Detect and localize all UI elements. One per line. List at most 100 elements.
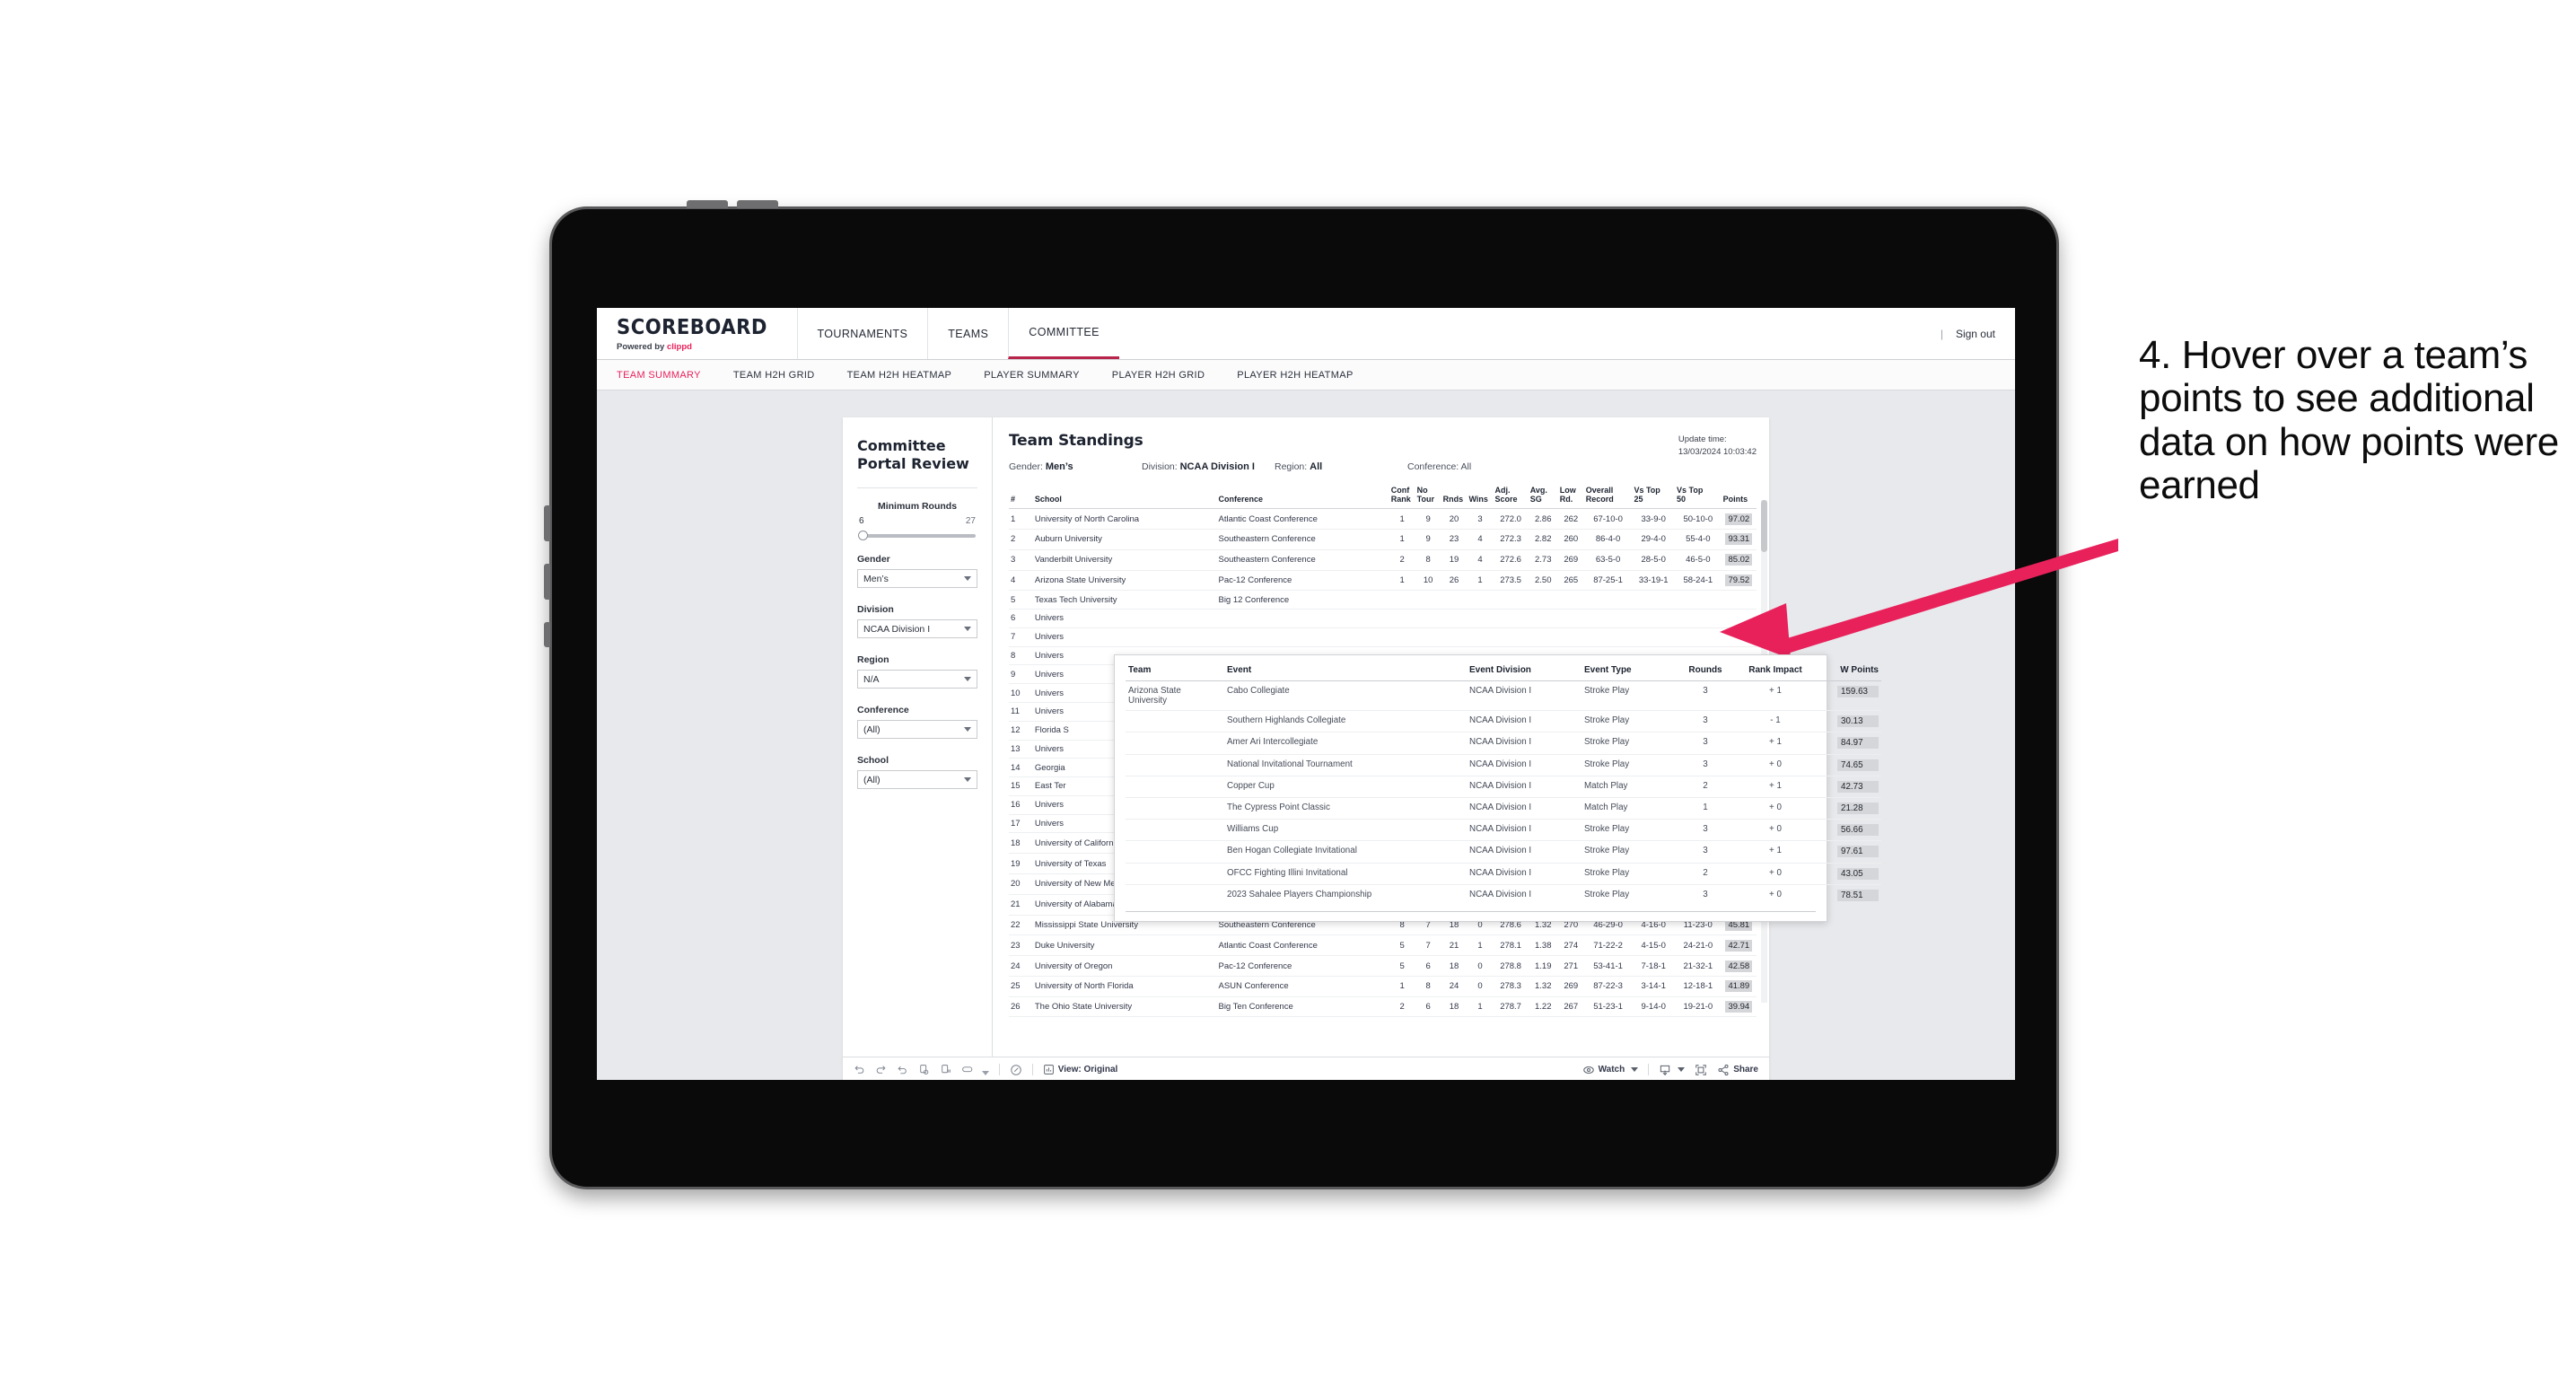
cell-points[interactable]: 97.02: [1721, 508, 1757, 530]
chevron-down-icon[interactable]: [1631, 1067, 1639, 1072]
tooltip-cell-event: Cabo Collegiate: [1224, 680, 1467, 712]
header-divider: |: [1940, 327, 1943, 340]
col-wins[interactable]: Wins: [1467, 484, 1494, 510]
brand-name: SCOREBOARD: [617, 315, 767, 339]
table-row[interactable]: 1 University of North Carolina Atlantic Co…: [1009, 508, 1757, 530]
brand-logo[interactable]: SCOREBOARD Powered by clippd: [597, 308, 797, 359]
share-button[interactable]: Share: [1717, 1064, 1758, 1076]
col-no-tour[interactable]: No Tour: [1415, 484, 1441, 510]
tab-team-h2h-heatmap[interactable]: TEAM H2H HEATMAP: [847, 370, 972, 381]
highlight-icon[interactable]: [961, 1064, 989, 1075]
col-conf-rank[interactable]: Conf Rank: [1389, 484, 1415, 510]
tooltip-points-value: 84.97: [1837, 737, 1879, 750]
col-school[interactable]: School: [1032, 484, 1217, 510]
tooltip-row: Copper Cup NCAA Division I Match Play 2 + 1 4…: [1126, 776, 1881, 798]
redo-icon[interactable]: [875, 1064, 887, 1075]
update-time: Update time: 13/03/2024 10:03:42: [1678, 432, 1757, 460]
col-conference[interactable]: Conference: [1216, 484, 1389, 510]
tab-player-h2h-heatmap[interactable]: PLAYER H2H HEATMAP: [1237, 370, 1372, 381]
cell-vs25: [1632, 627, 1675, 647]
table-row[interactable]: 2 Auburn University Southeastern Conferenc…: [1009, 529, 1757, 550]
col-low-rd[interactable]: Low Rd.: [1557, 484, 1584, 510]
cell-no_tour: 6: [1415, 996, 1441, 1018]
nav-item-committee[interactable]: COMMITTEE: [1008, 308, 1119, 359]
tab-team-h2h-grid[interactable]: TEAM H2H GRID: [733, 370, 835, 381]
cell-points[interactable]: 42.58: [1721, 955, 1757, 977]
points-value: 97.02: [1725, 513, 1753, 525]
table-row[interactable]: 25 University of North Florida ASUN Confer…: [1009, 976, 1757, 997]
minimum-rounds-high: 27: [965, 516, 976, 526]
tooltip-row: OFCC Fighting Illini Invitational NCAA Di…: [1126, 863, 1881, 885]
col-vs-top-50[interactable]: Vs Top 50: [1674, 484, 1722, 510]
tooltip-row: The Cypress Point Classic NCAA Division I…: [1126, 797, 1881, 820]
table-row[interactable]: 26 The Ohio State University Big Ten Confe…: [1009, 996, 1757, 1018]
undo-icon[interactable]: [854, 1064, 865, 1075]
table-row[interactable]: 5 Texas Tech University Big 12 Conference: [1009, 590, 1757, 610]
view-icon: [1043, 1064, 1055, 1075]
cell-points[interactable]: 41.89: [1721, 976, 1757, 997]
tooltip-cell-w-points: 74.65: [1817, 754, 1881, 776]
col-rank[interactable]: #: [1009, 484, 1033, 510]
cell-wins: [1467, 627, 1494, 647]
tab-player-h2h-grid[interactable]: PLAYER H2H GRID: [1112, 370, 1224, 381]
col-avg-sg[interactable]: Avg. SG: [1528, 484, 1558, 510]
region-select[interactable]: N/A: [857, 670, 977, 689]
tooltip-cell-division: NCAA Division I: [1467, 754, 1582, 776]
chevron-down-icon[interactable]: [1678, 1067, 1686, 1072]
standings-header-row: # School Conference Conf Rank No Tour Rnds…: [1009, 484, 1757, 510]
table-row[interactable]: 3 Vanderbilt University Southeastern Confe…: [1009, 549, 1757, 571]
tooltip-cell-type: Match Play: [1582, 797, 1677, 820]
minimum-rounds-slider[interactable]: [858, 531, 976, 540]
cell-adj_score: 278.1: [1493, 934, 1529, 957]
cell-adj_score: [1493, 627, 1529, 647]
cell-points[interactable]: 42.71: [1721, 934, 1757, 957]
cell-low_rd: 269: [1557, 976, 1584, 997]
nav-item-tournaments[interactable]: TOURNAMENTS: [796, 308, 928, 359]
division-select[interactable]: NCAA Division I: [857, 619, 977, 638]
col-overall-record[interactable]: Overall Record: [1583, 484, 1633, 510]
standings-title-block: Team Standings Gender: Men’s Division: N…: [1009, 432, 1678, 472]
tab-team-summary[interactable]: TEAM SUMMARY: [617, 370, 721, 381]
cell-adj_score: 272.3: [1493, 529, 1529, 550]
col-points[interactable]: Points: [1721, 484, 1757, 510]
watch-button[interactable]: Watch: [1582, 1064, 1639, 1076]
table-row[interactable]: 7 Univers: [1009, 627, 1757, 647]
update-time-value: 13/03/2024 10:03:42: [1678, 447, 1757, 458]
tooltip-cell-type: Stroke Play: [1584, 889, 1630, 899]
table-row[interactable]: 4 Arizona State University Pac-12 Conferen…: [1009, 570, 1757, 592]
tooltip-cell-w-points: 42.73: [1817, 776, 1881, 798]
col-rnds[interactable]: Rnds: [1441, 484, 1468, 510]
minimum-rounds-slider-handle[interactable]: [858, 531, 868, 540]
pause-updates-icon[interactable]: [940, 1064, 951, 1075]
conference-select[interactable]: (All): [857, 720, 977, 739]
refresh-data-icon[interactable]: [918, 1064, 930, 1075]
download-button[interactable]: [1659, 1064, 1686, 1076]
col-vs-top-25[interactable]: Vs Top 25: [1632, 484, 1675, 510]
cell-vs25: 28-5-0: [1632, 549, 1675, 571]
cell-avg_sg: [1528, 627, 1558, 647]
tooltip-cell-team: [1126, 819, 1224, 842]
chevron-down-icon: [964, 576, 971, 581]
table-row[interactable]: 23 Duke University Atlantic Coast Conferen…: [1009, 934, 1757, 957]
tooltip-tbody: Arizona State University Cabo Collegiate N…: [1126, 680, 1881, 906]
cell-vs25: [1632, 609, 1675, 628]
revert-icon[interactable]: [897, 1064, 908, 1075]
school-select[interactable]: (All): [857, 770, 977, 789]
fullscreen-icon[interactable]: [1695, 1064, 1707, 1076]
gender-select[interactable]: Men’s: [857, 569, 977, 588]
cell-points[interactable]: 39.94: [1721, 996, 1757, 1018]
cell-rank: 24: [1009, 955, 1033, 977]
cell-rnds: 18: [1441, 996, 1468, 1018]
tooltip-cell-event: Copper Cup: [1224, 776, 1467, 798]
tooltip-cell-division: NCAA Division I: [1469, 889, 1532, 899]
tooltip-points-value: 21.28: [1837, 803, 1879, 815]
chevron-down-icon[interactable]: [981, 1071, 989, 1075]
nav-item-teams[interactable]: TEAMS: [927, 308, 1008, 359]
table-row[interactable]: 6 Univers: [1009, 609, 1757, 628]
presentation-mode-icon[interactable]: [1010, 1064, 1022, 1076]
table-row[interactable]: 24 University of Oregon Pac-12 Conference 5…: [1009, 955, 1757, 977]
view-original-button[interactable]: View: Original: [1043, 1064, 1117, 1075]
col-adj-score[interactable]: Adj. Score: [1493, 484, 1529, 510]
tab-player-summary[interactable]: PLAYER SUMMARY: [984, 370, 1100, 381]
sign-out-link[interactable]: Sign out: [1956, 328, 1995, 340]
